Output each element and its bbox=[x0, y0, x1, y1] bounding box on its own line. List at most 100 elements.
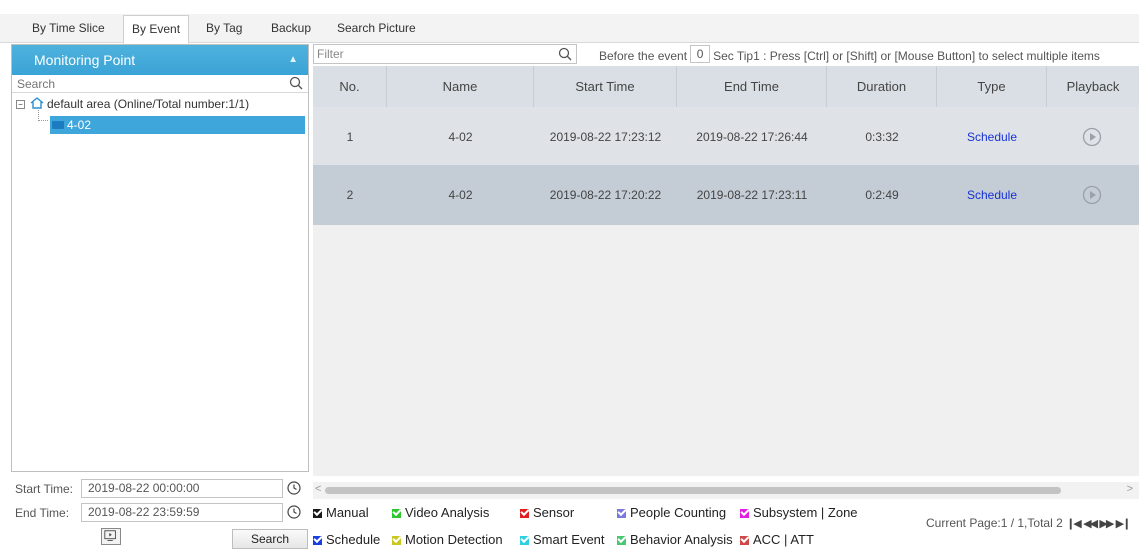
page-info: Current Page:1 / 1,Total 2 bbox=[926, 516, 1063, 530]
tree-search bbox=[12, 75, 308, 93]
header-type[interactable]: Type bbox=[937, 66, 1047, 107]
legend-swatch bbox=[313, 509, 322, 518]
header-name[interactable]: Name bbox=[387, 66, 534, 107]
playback-icon[interactable] bbox=[1082, 185, 1102, 205]
legend-swatch bbox=[313, 536, 322, 545]
cell-name: 4-02 bbox=[448, 188, 473, 202]
start-time-field[interactable]: 2019-08-22 00:00:00 bbox=[81, 479, 283, 498]
monitoring-point-title: Monitoring Point bbox=[34, 52, 136, 68]
cell-type: Schedule bbox=[966, 188, 1018, 202]
tab-by-time-slice[interactable]: By Time Slice bbox=[24, 16, 113, 43]
filter-input[interactable]: Filter bbox=[313, 44, 577, 64]
legend-label: Behavior Analysis bbox=[630, 532, 733, 547]
legend-sensor[interactable]: Sensor bbox=[520, 505, 574, 521]
legend-swatch bbox=[617, 536, 626, 545]
cell-end-time: 2019-08-22 17:26:44 bbox=[696, 130, 808, 144]
preview-play-button[interactable] bbox=[101, 528, 121, 545]
tree-connector bbox=[38, 110, 48, 121]
event-table: No. Name Start Time End Time Duration Ty… bbox=[313, 66, 1139, 476]
tree-node-camera[interactable]: 4-02 bbox=[50, 116, 305, 134]
filter-row: Filter Before the event 0 Sec Tip1 : Press… bbox=[313, 44, 1139, 64]
legend-swatch bbox=[392, 509, 401, 518]
tab-backup[interactable]: Backup bbox=[263, 16, 319, 43]
legend-swatch bbox=[520, 536, 529, 545]
end-time-field[interactable]: 2019-08-22 23:59:59 bbox=[81, 503, 283, 522]
filter-placeholder: Filter bbox=[317, 47, 344, 61]
cell-start-time: 2019-08-22 17:20:22 bbox=[549, 188, 662, 202]
legend-label: Video Analysis bbox=[405, 505, 490, 520]
clock-icon[interactable] bbox=[287, 481, 301, 495]
camera-icon bbox=[52, 121, 64, 129]
end-time-label: End Time: bbox=[15, 506, 70, 520]
cell-duration: 0:3:32 bbox=[865, 130, 899, 144]
playback-icon[interactable] bbox=[1082, 127, 1102, 147]
cell-no: 2 bbox=[346, 188, 354, 202]
start-time-row: Start Time: 2019-08-22 00:00:00 bbox=[15, 479, 309, 499]
legend-swatch bbox=[392, 536, 401, 545]
monitoring-point-header[interactable]: Monitoring Point ▲ bbox=[12, 45, 308, 75]
tab-bar: By Time Slice By Event By Tag Backup Sea… bbox=[0, 0, 1139, 44]
legend-label: Subsystem | Zone bbox=[753, 505, 858, 520]
cell-name: 4-02 bbox=[448, 130, 473, 144]
tree-collapse-icon[interactable]: − bbox=[16, 100, 25, 109]
search-button[interactable]: Search bbox=[232, 529, 308, 549]
cell-type: Schedule bbox=[966, 130, 1018, 144]
tree-root-label: default area (Online/Total number:1/1) bbox=[47, 97, 250, 111]
search-icon[interactable] bbox=[289, 76, 303, 90]
table-row[interactable]: 2 4-02 2019-08-22 17:20:22 2019-08-22 17… bbox=[313, 165, 1139, 225]
home-icon bbox=[30, 97, 44, 109]
tab-search-picture[interactable]: Search Picture bbox=[329, 16, 424, 43]
tab-by-event[interactable]: By Event bbox=[123, 15, 190, 44]
prev-page-icon[interactable]: ◀◀ bbox=[1083, 518, 1098, 530]
legend-label: Smart Event bbox=[533, 532, 605, 547]
legend-label: Sensor bbox=[533, 505, 575, 520]
legend-swatch bbox=[617, 509, 626, 518]
legend-swatch bbox=[520, 509, 529, 518]
legend-swatch bbox=[740, 536, 749, 545]
scroll-left-icon[interactable]: < bbox=[315, 483, 321, 495]
end-time-row: End Time: 2019-08-22 23:59:59 bbox=[15, 503, 309, 523]
start-time-label: Start Time: bbox=[15, 482, 74, 496]
search-icon[interactable] bbox=[558, 47, 572, 61]
last-page-icon[interactable]: ▶❙ bbox=[1116, 518, 1132, 530]
tab-by-tag[interactable]: By Tag bbox=[198, 16, 250, 43]
legend-motion-detection[interactable]: Motion Detection bbox=[392, 532, 503, 548]
legend-label: Manual bbox=[326, 505, 369, 520]
cell-duration: 0:2:49 bbox=[865, 188, 899, 202]
pagination: Current Page:1 / 1,Total 2 ❙◀ ◀◀ ▶▶ ▶❙ bbox=[926, 516, 1132, 530]
legend-label: ACC | ATT bbox=[753, 532, 814, 547]
scroll-right-icon[interactable]: > bbox=[1127, 483, 1133, 495]
table-row[interactable]: 1 4-02 2019-08-22 17:23:12 2019-08-22 17… bbox=[313, 107, 1139, 167]
horizontal-scrollbar[interactable]: < > bbox=[313, 482, 1139, 499]
monitor-play-icon bbox=[104, 530, 116, 541]
legend-subsystem-zone[interactable]: Subsystem | Zone bbox=[740, 505, 858, 521]
tree-child-label: 4-02 bbox=[67, 118, 92, 132]
before-event-label: Before the event bbox=[599, 49, 688, 63]
header-no[interactable]: No. bbox=[313, 66, 387, 107]
legend-manual[interactable]: Manual bbox=[313, 505, 369, 521]
first-page-icon[interactable]: ❙◀ bbox=[1066, 518, 1082, 530]
legend-video-analysis[interactable]: Video Analysis bbox=[392, 505, 489, 521]
header-playback[interactable]: Playback bbox=[1047, 66, 1139, 107]
legend-schedule[interactable]: Schedule bbox=[313, 532, 380, 548]
tree-node-default-area[interactable]: − default area (Online/Total number:1/1) bbox=[16, 97, 249, 111]
tree-search-input[interactable] bbox=[12, 75, 282, 92]
table-header: No. Name Start Time End Time Duration Ty… bbox=[313, 66, 1139, 107]
clock-icon[interactable] bbox=[287, 505, 301, 519]
scrollbar-thumb[interactable] bbox=[325, 487, 1061, 494]
next-page-icon[interactable]: ▶▶ bbox=[1099, 518, 1114, 530]
legend-people-counting[interactable]: People Counting bbox=[617, 505, 726, 521]
cell-no: 1 bbox=[346, 130, 354, 144]
header-start-time[interactable]: Start Time bbox=[534, 66, 677, 107]
collapse-chevron-icon[interactable]: ▲ bbox=[288, 45, 298, 75]
header-duration[interactable]: Duration bbox=[827, 66, 937, 107]
before-event-setting: Before the event 0 Sec Tip1 : Press [Ctrl]… bbox=[599, 45, 1100, 65]
header-end-time[interactable]: End Time bbox=[677, 66, 827, 107]
before-event-seconds-input[interactable]: 0 bbox=[690, 45, 711, 63]
legend-smart-event[interactable]: Smart Event bbox=[520, 532, 605, 548]
selection-tip: Sec Tip1 : Press [Ctrl] or [Shift] or [M… bbox=[713, 49, 1100, 63]
legend-acc-att[interactable]: ACC | ATT bbox=[740, 532, 814, 548]
legend-behavior-analysis[interactable]: Behavior Analysis bbox=[617, 532, 733, 548]
legend-swatch bbox=[740, 509, 749, 518]
monitoring-point-panel: Monitoring Point ▲ − default area (Online… bbox=[11, 44, 309, 472]
